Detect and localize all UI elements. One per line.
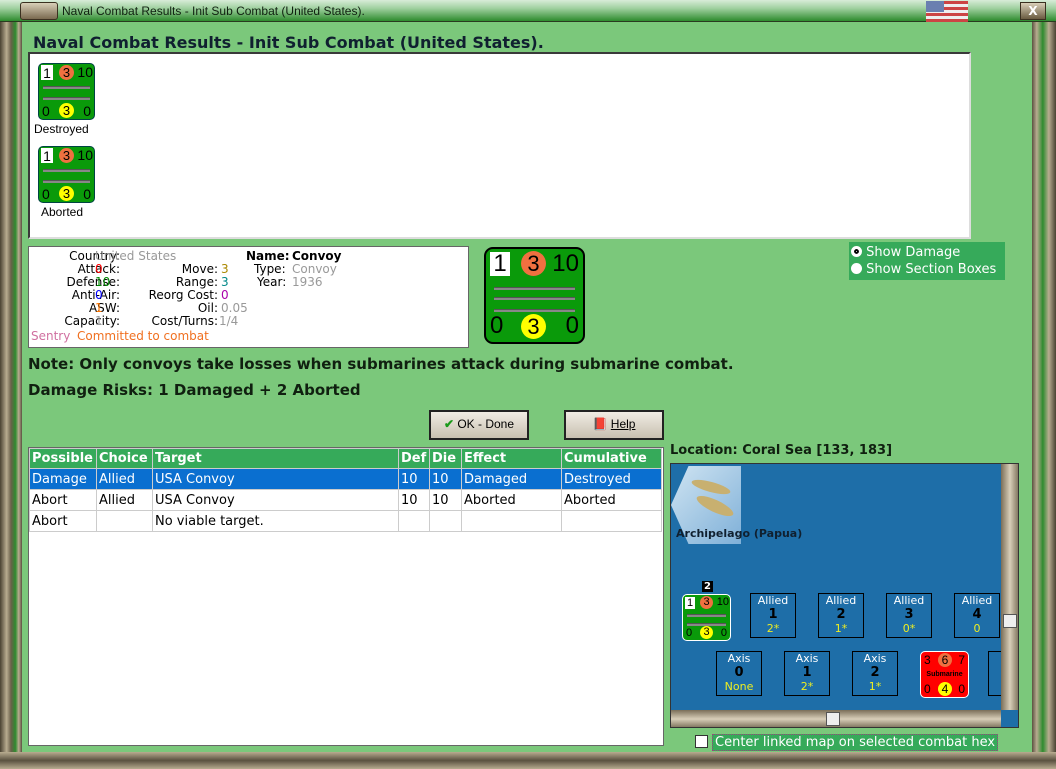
cell: USA Convoy bbox=[152, 468, 399, 490]
ship-icon bbox=[43, 97, 90, 100]
bottom-frame bbox=[0, 752, 1056, 769]
col-choice[interactable]: Choice bbox=[96, 448, 153, 469]
col-def[interactable]: Def bbox=[398, 448, 430, 469]
map-vertical-scrollbar[interactable] bbox=[1001, 464, 1018, 710]
help-book-icon: 📕 bbox=[592, 417, 608, 431]
col-die[interactable]: Die bbox=[429, 448, 462, 469]
cell: Abort bbox=[29, 489, 97, 511]
cell: 10 bbox=[398, 468, 430, 490]
table-row[interactable]: Abort Allied USA Convoy 10 10 Aborted Aborted bbox=[29, 489, 662, 511]
col-possible[interactable]: Possible bbox=[29, 448, 97, 469]
ship-icon bbox=[686, 614, 727, 617]
ship-icon bbox=[493, 309, 576, 312]
left-frame bbox=[0, 22, 22, 769]
ship-icon bbox=[493, 297, 576, 300]
stack-count-badge: 2 bbox=[702, 581, 713, 592]
axis-section-box-0[interactable]: Axis 0 None bbox=[716, 651, 762, 696]
scroll-thumb[interactable] bbox=[1003, 614, 1017, 628]
cell: 10 bbox=[429, 489, 462, 511]
page-title: Naval Combat Results - Init Sub Combat (… bbox=[33, 33, 544, 52]
destroyed-unit-counter[interactable]: 1 3 10 0 3 0 bbox=[38, 63, 95, 120]
radio-selected-icon bbox=[851, 246, 862, 257]
scroll-thumb[interactable] bbox=[826, 712, 840, 726]
unit-info-panel: Country: United States Attack: 0 Defense: 1… bbox=[28, 246, 469, 348]
cell bbox=[429, 510, 462, 532]
ship-icon bbox=[43, 86, 90, 89]
radio-unselected-icon bbox=[851, 263, 862, 274]
location-label: Location: Coral Sea [133, 183] bbox=[670, 443, 893, 458]
checkmark-icon: ✔ bbox=[443, 417, 454, 431]
axis-submarine-counter[interactable]: 3 6 7 Submarine 0 4 0 bbox=[920, 651, 969, 698]
right-frame bbox=[1032, 22, 1056, 769]
col-cumulative[interactable]: Cumulative bbox=[561, 448, 662, 469]
combat-results-table: Possible Choice Target Def Die Effect Cu… bbox=[28, 447, 664, 746]
ship-icon bbox=[43, 180, 90, 183]
axis-section-box-2[interactable]: Axis 2 1* bbox=[852, 651, 898, 696]
damage-risks: Damage Risks: 1 Damaged + 2 Aborted bbox=[28, 381, 361, 399]
cell: Damage bbox=[29, 468, 97, 490]
window-menu-button[interactable] bbox=[20, 2, 58, 20]
map-horizontal-scrollbar[interactable] bbox=[671, 710, 1001, 727]
table-row[interactable]: Abort No viable target. bbox=[29, 510, 662, 532]
cell: Allied bbox=[96, 468, 153, 490]
cell bbox=[561, 510, 662, 532]
close-button[interactable]: X bbox=[1020, 2, 1046, 20]
table-row[interactable]: Damage Allied USA Convoy 10 10 Damaged Destroy… bbox=[29, 468, 662, 490]
note-text: Note: Only convoys take losses when subm… bbox=[28, 355, 734, 373]
allied-section-box-4[interactable]: Allied 4 0 bbox=[954, 593, 1000, 638]
usa-flag-icon bbox=[926, 1, 968, 22]
allied-section-box-3[interactable]: Allied 3 0* bbox=[886, 593, 932, 638]
ship-icon bbox=[43, 169, 90, 172]
help-button[interactable]: 📕 Help bbox=[564, 410, 664, 440]
cell: 10 bbox=[398, 489, 430, 511]
center-map-label[interactable]: Center linked map on selected combat hex bbox=[712, 734, 999, 751]
cell: Aborted bbox=[461, 489, 562, 511]
cell: Abort bbox=[29, 510, 97, 532]
center-map-checkbox[interactable] bbox=[695, 735, 708, 748]
ok-done-button[interactable]: ✔ OK - Done bbox=[429, 410, 529, 440]
cell: No viable target. bbox=[152, 510, 399, 532]
combat-map[interactable]: Archipelago (Papua) 2 1 3 10 0 3 0 Allie… bbox=[670, 463, 1019, 728]
show-damage-radio[interactable]: Show Damage bbox=[851, 245, 960, 260]
table-header: Possible Choice Target Def Die Effect Cu… bbox=[29, 448, 662, 469]
cell: Allied bbox=[96, 489, 153, 511]
cell bbox=[96, 510, 153, 532]
ship-icon bbox=[493, 287, 576, 290]
allied-convoy-counter[interactable]: 1 3 10 0 3 0 bbox=[682, 594, 731, 641]
cell bbox=[461, 510, 562, 532]
allied-section-box-2[interactable]: Allied 2 1* bbox=[818, 593, 864, 638]
cell: USA Convoy bbox=[152, 489, 399, 511]
aborted-unit-counter[interactable]: 1 3 10 0 3 0 bbox=[38, 146, 95, 203]
selected-unit-counter: 1 3 10 0 3 0 bbox=[484, 247, 585, 344]
window-title: Naval Combat Results - Init Sub Combat (… bbox=[62, 4, 365, 18]
cell: Aborted bbox=[561, 489, 662, 511]
aborted-label: Aborted bbox=[41, 205, 84, 219]
cell bbox=[398, 510, 430, 532]
cell: Destroyed bbox=[561, 468, 662, 490]
col-target[interactable]: Target bbox=[152, 448, 399, 469]
region-label: Archipelago (Papua) bbox=[676, 527, 803, 540]
axis-section-box-1[interactable]: Axis 1 2* bbox=[784, 651, 830, 696]
allied-section-box-1[interactable]: Allied 1 2* bbox=[750, 593, 796, 638]
col-effect[interactable]: Effect bbox=[461, 448, 562, 469]
destroyed-label: Destroyed bbox=[34, 122, 89, 136]
show-section-boxes-radio[interactable]: Show Section Boxes bbox=[851, 262, 996, 277]
cell: 10 bbox=[429, 468, 462, 490]
results-panel bbox=[28, 52, 971, 239]
cell: Damaged bbox=[461, 468, 562, 490]
title-bar[interactable]: Naval Combat Results - Init Sub Combat (… bbox=[0, 0, 1056, 22]
display-options: Show Damage Show Section Boxes bbox=[849, 242, 1005, 280]
